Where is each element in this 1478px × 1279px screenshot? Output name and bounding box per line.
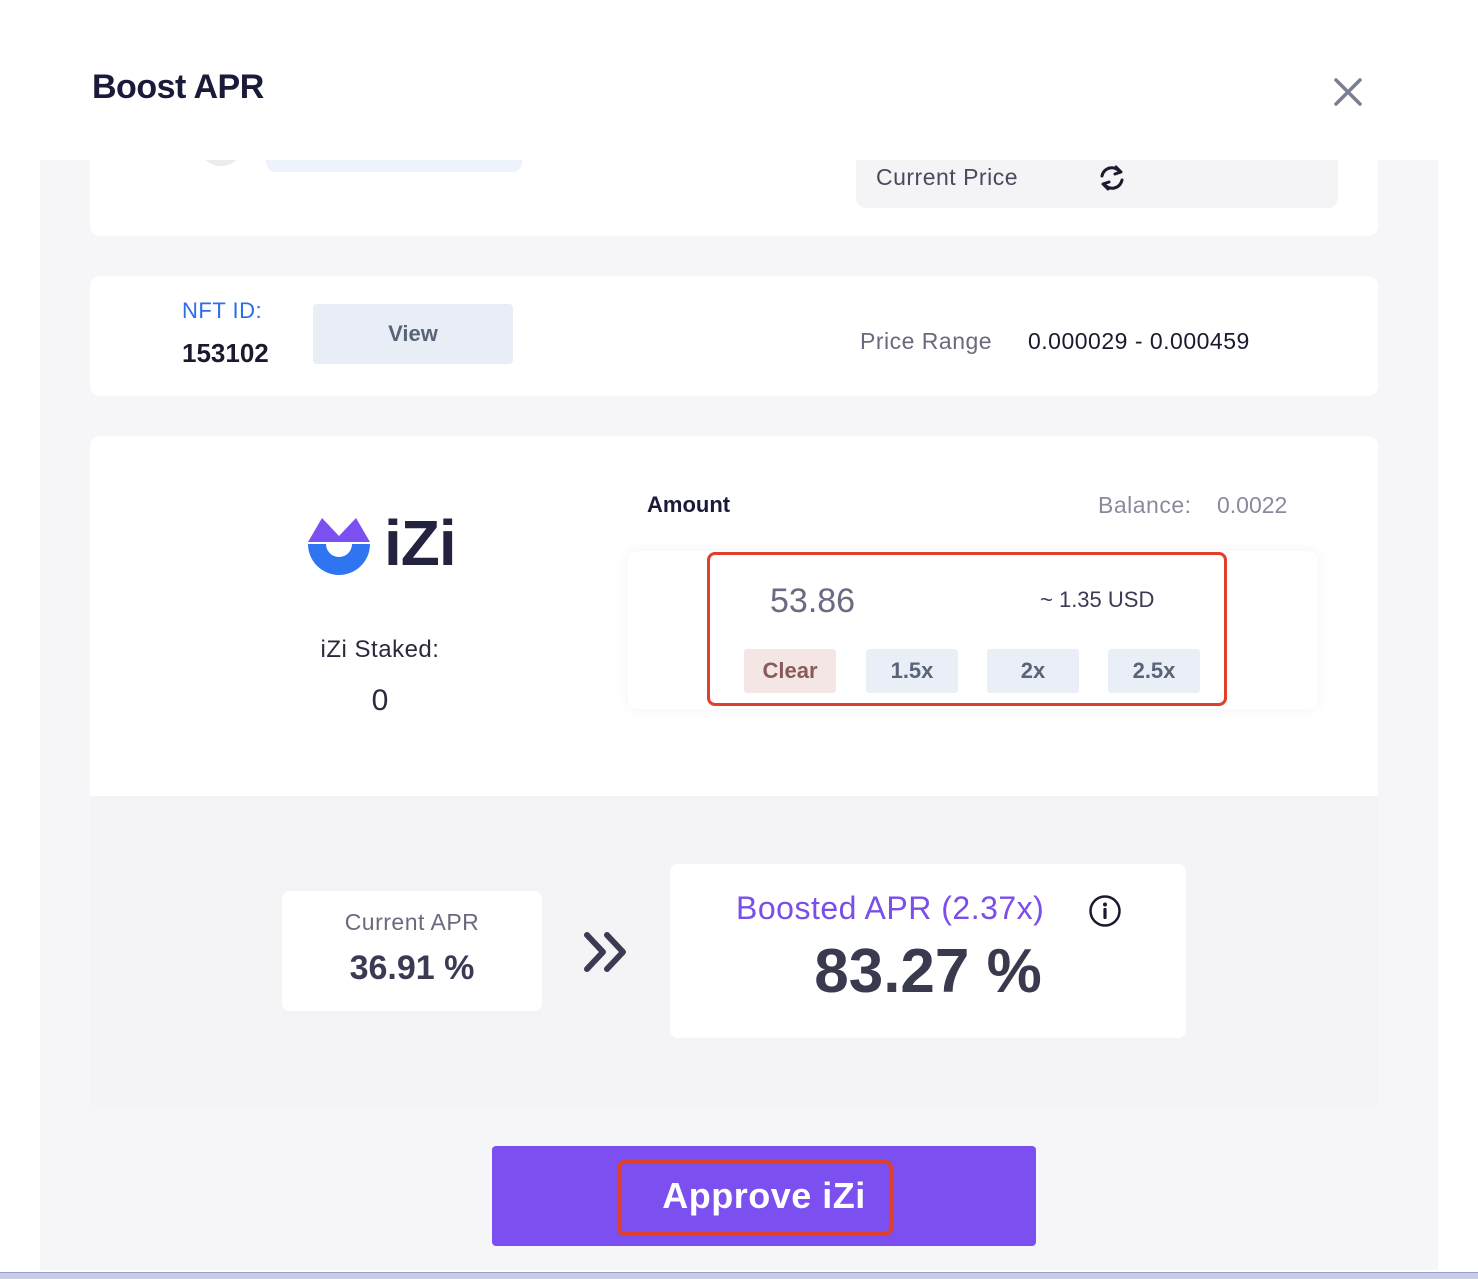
multiplier-2-5x-button[interactable]: 2.5x xyxy=(1108,649,1200,693)
staked-label: iZi Staked: xyxy=(320,636,440,663)
current-apr-value: 36.91 % xyxy=(349,949,475,987)
price-range-label: Price Range xyxy=(860,328,993,354)
current-apr-card: Current APR 36.91 % xyxy=(282,891,542,1011)
double-chevron-right-icon xyxy=(584,932,626,972)
refresh-icon[interactable] xyxy=(1096,162,1128,194)
modal-header: Boost APR xyxy=(0,0,1478,160)
amount-input[interactable] xyxy=(768,575,992,627)
nft-card: NFT ID: 153102 View Price Range 0.000029… xyxy=(90,276,1378,396)
info-icon[interactable] xyxy=(1088,894,1122,928)
close-icon[interactable] xyxy=(1326,70,1370,114)
amount-input-box: ~ 1.35 USD Clear 1.5x 2x 2.5x xyxy=(628,551,1318,709)
price-range-value: 0.000029 - 0.000459 xyxy=(1028,328,1250,354)
apr-section: Current APR 36.91 % Boosted APR (2.37x) … xyxy=(90,796,1378,1106)
view-nft-button[interactable]: View xyxy=(313,304,513,364)
staked-value: 0 xyxy=(371,684,389,717)
nft-id-label: NFT ID: xyxy=(182,298,263,323)
approve-izi-button[interactable]: Approve iZi xyxy=(492,1146,1036,1246)
token-name: iZi xyxy=(384,507,457,579)
izi-logo-icon xyxy=(308,518,370,575)
modal-title: Boost APR xyxy=(92,68,264,106)
multiplier-1-5x-button[interactable]: 1.5x xyxy=(866,649,958,693)
current-price-label: Current Price xyxy=(876,164,1018,190)
multiplier-2x-button[interactable]: 2x xyxy=(987,649,1079,693)
boosted-apr-label: Boosted APR (2.37x) xyxy=(736,890,1045,926)
balance-label: Balance: xyxy=(1098,492,1192,518)
boosted-apr-value: 83.27 % xyxy=(814,937,1042,1006)
nft-id-value: 153102 xyxy=(182,338,269,368)
balance-value: 0.0022 xyxy=(1217,492,1288,518)
clear-button[interactable]: Clear xyxy=(744,649,836,693)
boosted-apr-card: Boosted APR (2.37x) 83.27 % xyxy=(670,864,1186,1038)
amount-label: Amount xyxy=(647,492,731,517)
current-apr-label: Current APR xyxy=(344,909,480,935)
stake-card: iZi iZi Staked: 0 Amount Balance: 0.0022… xyxy=(90,436,1378,796)
usd-estimate: ~ 1.35 USD xyxy=(1040,587,1155,612)
